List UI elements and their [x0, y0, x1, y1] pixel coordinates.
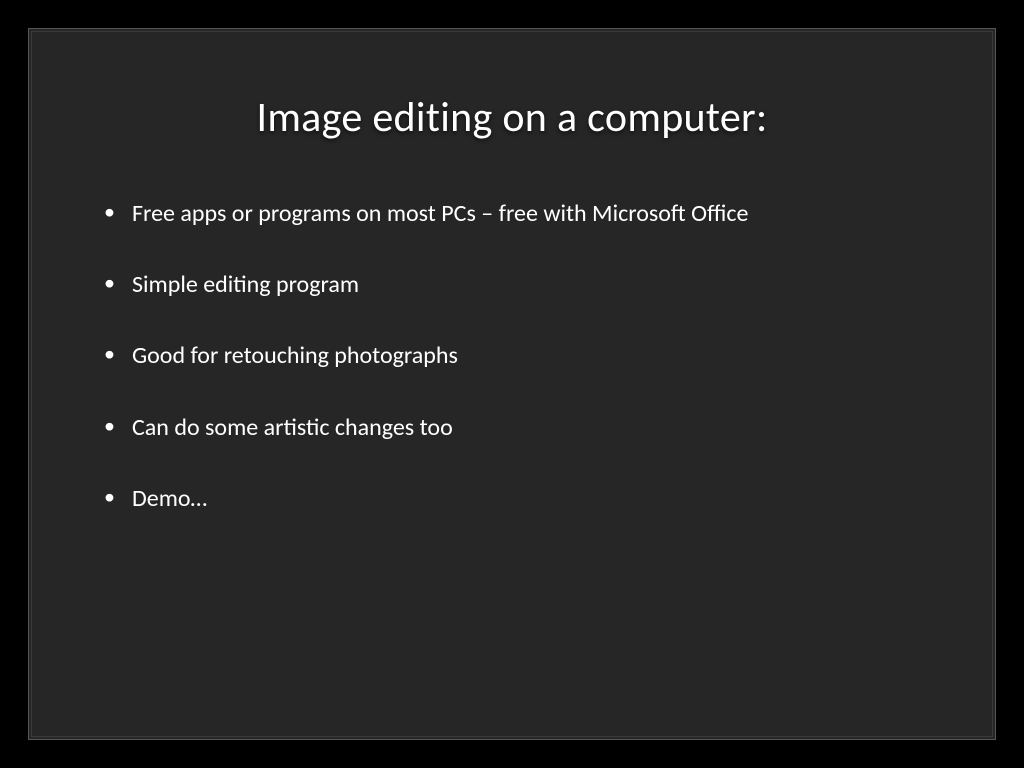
list-item: Good for retouching photographs: [104, 340, 932, 371]
list-item: Simple editing program: [104, 269, 932, 300]
list-item: Free apps or programs on most PCs – free…: [104, 198, 932, 229]
list-item: Can do some artistic changes too: [104, 412, 932, 443]
slide-content-area: Image editing on a computer: Free apps o…: [31, 31, 993, 737]
slide-background: Image editing on a computer: Free apps o…: [0, 0, 1024, 768]
list-item: Demo…: [104, 483, 932, 514]
slide-title: Image editing on a computer:: [92, 92, 932, 143]
bullet-list: Free apps or programs on most PCs – free…: [92, 198, 932, 514]
slide-frame: Image editing on a computer: Free apps o…: [28, 28, 996, 740]
